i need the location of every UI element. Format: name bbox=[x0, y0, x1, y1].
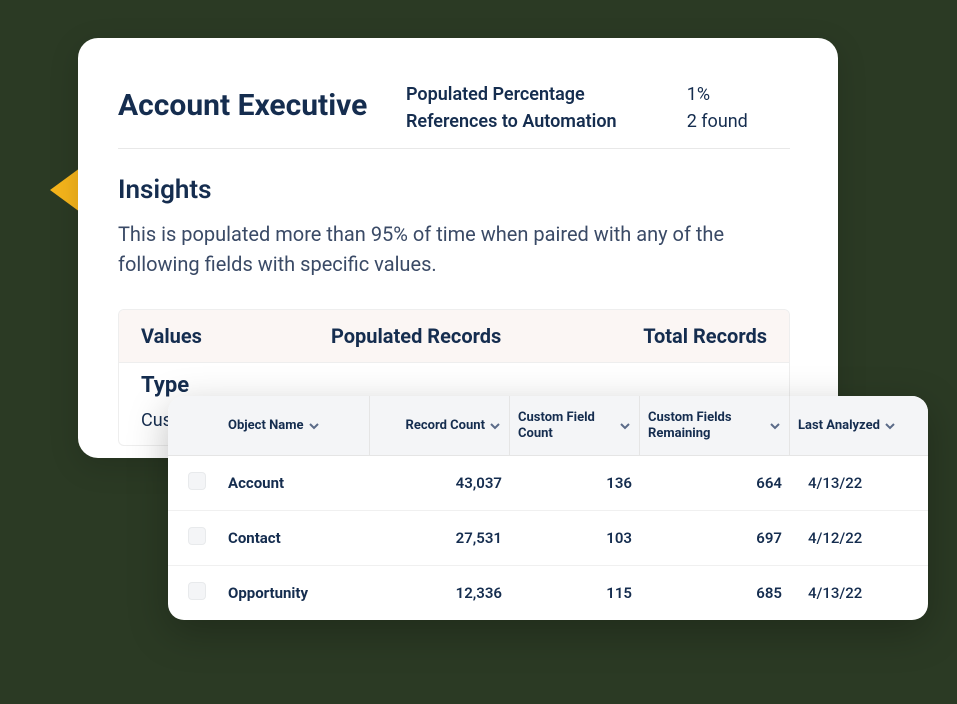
chevron-down-icon bbox=[308, 420, 320, 432]
record-count-cell: 43,037 bbox=[370, 474, 510, 492]
chevron-down-icon bbox=[884, 420, 896, 432]
object-name-cell: Account bbox=[220, 474, 370, 492]
custom-fields-remaining-cell: 664 bbox=[640, 474, 790, 492]
custom-field-count-cell: 115 bbox=[510, 584, 640, 602]
page-title: Account Executive bbox=[118, 78, 398, 123]
populated-percentage-value: 1% bbox=[687, 84, 790, 105]
insights-heading: Insights bbox=[118, 175, 790, 205]
custom-fields-remaining-header-label: Custom Fields Remaining bbox=[648, 410, 765, 441]
record-count-header-label: Record Count bbox=[406, 418, 485, 434]
last-analyzed-cell: 4/13/22 bbox=[790, 584, 908, 602]
custom-field-count-cell: 136 bbox=[510, 474, 640, 492]
table-row[interactable]: Account43,0371366644/13/22 bbox=[168, 456, 928, 511]
references-automation-label: References to Automation bbox=[406, 111, 659, 132]
object-name-header-label: Object Name bbox=[228, 418, 304, 434]
objects-table-body: Account43,0371366644/13/22Contact27,5311… bbox=[168, 456, 928, 620]
record-count-header[interactable]: Record Count bbox=[370, 396, 510, 455]
custom-field-count-cell: 103 bbox=[510, 529, 640, 547]
chevron-down-icon bbox=[769, 420, 781, 432]
custom-field-count-header[interactable]: Custom Field Count bbox=[510, 396, 640, 455]
row-checkbox[interactable] bbox=[188, 527, 206, 545]
custom-fields-remaining-cell: 697 bbox=[640, 529, 790, 547]
objects-table-card: Object Name Record Count Custom Field Co… bbox=[168, 396, 928, 620]
custom-fields-remaining-cell: 685 bbox=[640, 584, 790, 602]
insights-card: Account Executive Populated Percentage 1… bbox=[78, 38, 838, 458]
last-analyzed-header[interactable]: Last Analyzed bbox=[790, 396, 908, 455]
values-column-header: Values bbox=[141, 324, 331, 348]
row-checkbox[interactable] bbox=[188, 472, 206, 490]
pointer-triangle-icon bbox=[50, 168, 80, 212]
object-name-cell: Opportunity bbox=[220, 584, 370, 602]
total-records-column-header: Total Records bbox=[587, 324, 767, 348]
record-count-cell: 27,531 bbox=[370, 529, 510, 547]
table-row[interactable]: Opportunity12,3361156854/13/22 bbox=[168, 566, 928, 620]
last-analyzed-header-label: Last Analyzed bbox=[798, 418, 880, 434]
references-automation-value: 2 found bbox=[687, 111, 790, 132]
custom-fields-remaining-header[interactable]: Custom Fields Remaining bbox=[640, 396, 790, 455]
object-name-header[interactable]: Object Name bbox=[220, 396, 370, 455]
insights-description: This is populated more than 95% of time … bbox=[118, 219, 758, 279]
chevron-down-icon bbox=[619, 420, 631, 432]
values-header-row: Values Populated Records Total Records bbox=[119, 310, 789, 362]
populated-records-column-header: Populated Records bbox=[331, 324, 587, 348]
last-analyzed-cell: 4/12/22 bbox=[790, 529, 908, 547]
insights-header: Account Executive Populated Percentage 1… bbox=[118, 78, 790, 149]
row-checkbox[interactable] bbox=[188, 582, 206, 600]
populated-percentage-label: Populated Percentage bbox=[406, 84, 659, 105]
custom-field-count-header-label: Custom Field Count bbox=[518, 410, 615, 441]
last-analyzed-cell: 4/13/22 bbox=[790, 474, 908, 492]
select-all-column bbox=[180, 396, 220, 455]
chevron-down-icon bbox=[489, 420, 501, 432]
meta-grid: Populated Percentage 1% References to Au… bbox=[398, 78, 790, 132]
objects-table-header: Object Name Record Count Custom Field Co… bbox=[168, 396, 928, 456]
object-name-cell: Contact bbox=[220, 529, 370, 547]
record-count-cell: 12,336 bbox=[370, 584, 510, 602]
table-row[interactable]: Contact27,5311036974/12/22 bbox=[168, 511, 928, 566]
